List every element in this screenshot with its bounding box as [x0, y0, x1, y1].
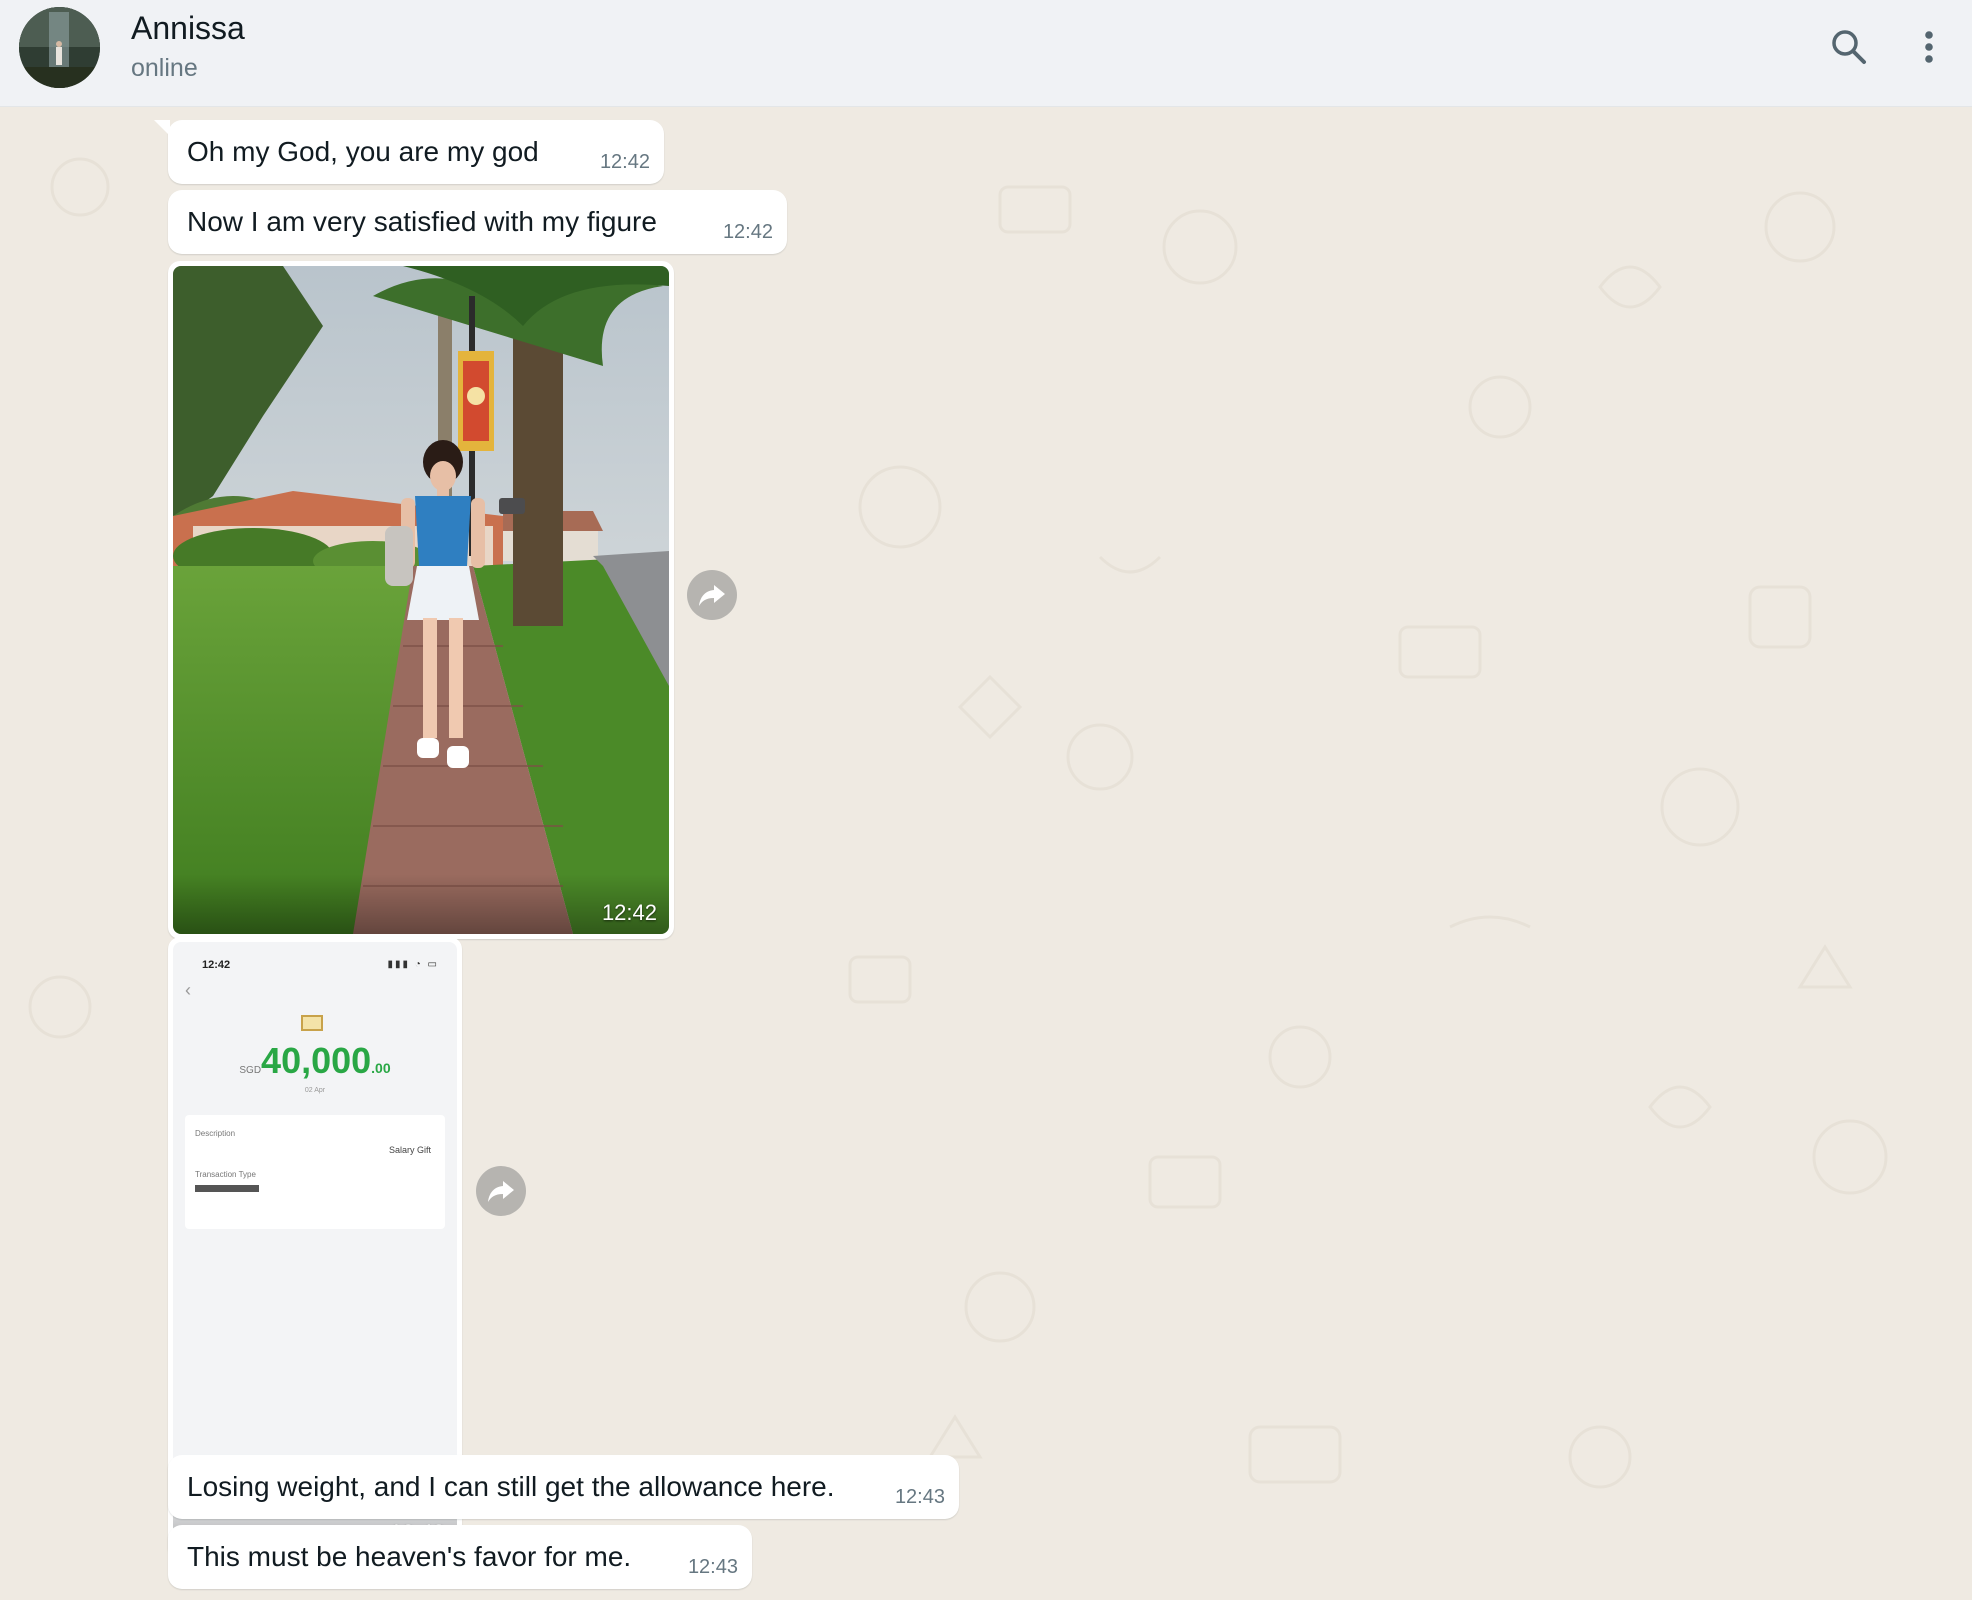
message-text: This must be heaven's favor for me.	[187, 1541, 632, 1572]
receipt-status-time: 12:42	[202, 959, 231, 971]
message-time: 12:42	[722, 221, 773, 243]
image-message[interactable]: 12:42	[168, 261, 674, 939]
message-text: Now I am very satisfied with my figure	[187, 206, 657, 237]
receipt-amount-decimals: .00	[371, 1060, 391, 1076]
forward-button[interactable]	[687, 570, 737, 620]
receipt-currency: SGD	[239, 1065, 262, 1076]
description-label: Description	[195, 1129, 236, 1138]
receipt-amount: SGD40,000.00	[173, 1040, 457, 1082]
park-photo	[173, 266, 669, 934]
image-time: 12:42	[601, 900, 657, 925]
chat-area[interactable]: Oh my God, you are my god 12:42 Now I am…	[0, 107, 1972, 1600]
contact-avatar[interactable]	[19, 7, 100, 88]
description-value: Salary Gift	[388, 1145, 431, 1155]
bubble-tail	[154, 120, 170, 136]
contact-name[interactable]: Annissa	[131, 10, 245, 47]
message-time: 12:43	[894, 1486, 945, 1508]
forward-icon	[699, 585, 725, 606]
message-time: 12:43	[687, 1556, 738, 1578]
message-bubble[interactable]: Losing weight, and I can still get the a…	[168, 1455, 959, 1519]
chevron-left-icon: ‹	[185, 980, 191, 1000]
kebab-menu-icon	[1925, 31, 1933, 63]
menu-button[interactable]	[1904, 22, 1954, 72]
transaction-type-value	[195, 1185, 259, 1192]
receipt-date: 02 Apr	[304, 1087, 326, 1094]
message-text: Oh my God, you are my god	[187, 136, 539, 167]
receipt-amount-value: 40,000	[261, 1040, 372, 1081]
bank-logo-icon	[301, 1015, 323, 1031]
message-bubble[interactable]: Now I am very satisfied with my figure 1…	[168, 190, 787, 254]
contact-status: online	[131, 54, 198, 82]
forward-button[interactable]	[476, 1166, 526, 1216]
phone-status-icons: ▮▮▮ ◔ ▭	[387, 959, 439, 970]
image-shade	[173, 874, 669, 934]
avatar-image	[19, 7, 100, 88]
message-bubble[interactable]: This must be heaven's favor for me. 12:4…	[168, 1525, 752, 1589]
photo-thumbnail[interactable]: 12:42	[173, 266, 669, 934]
message-bubble[interactable]: Oh my God, you are my god 12:42	[154, 120, 664, 184]
transaction-type-label: Transaction Type	[195, 1170, 256, 1179]
receipt-details-card: Description Salary Gift Transaction Type	[185, 1115, 445, 1229]
search-icon	[1832, 30, 1866, 64]
message-text: Losing weight, and I can still get the a…	[187, 1471, 835, 1502]
message-time: 12:42	[599, 151, 650, 173]
forward-icon	[488, 1181, 514, 1202]
search-button[interactable]	[1824, 22, 1874, 72]
chat-header: Annissa online	[0, 0, 1972, 107]
